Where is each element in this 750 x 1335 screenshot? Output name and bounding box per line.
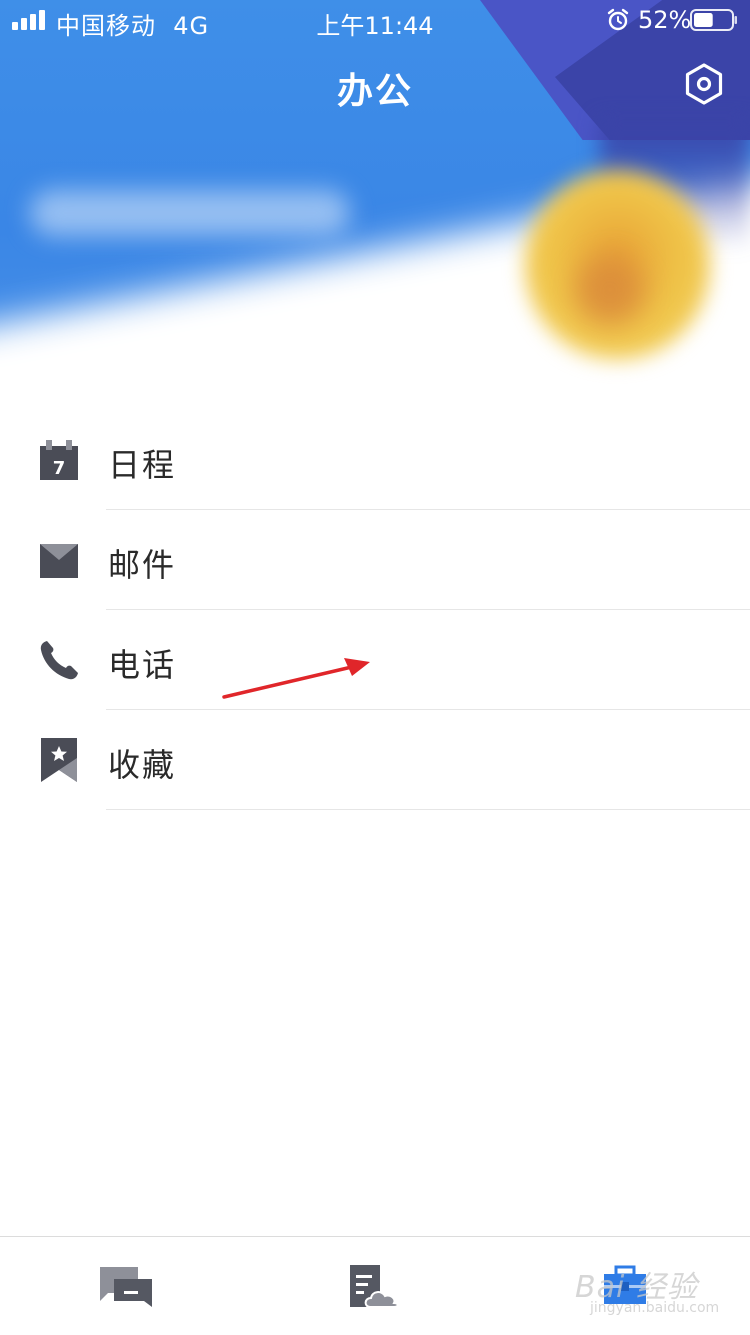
office-menu-list: 7 日程 邮件 电话 收藏 [0, 410, 750, 810]
divider [106, 809, 750, 810]
page-title: 办公 [336, 71, 413, 112]
avatar-detail [575, 255, 645, 325]
menu-item-label: 日程 [108, 446, 177, 484]
battery-icon [690, 9, 737, 31]
alarm-icon [607, 8, 629, 31]
calendar-icon: 7 [40, 440, 78, 480]
menu-item-label: 邮件 [108, 546, 177, 584]
status-bar: 中国移动 4G 上午11:44 52% [0, 0, 750, 40]
menu-item-label: 收藏 [108, 746, 177, 784]
mail-icon [40, 544, 78, 578]
blurred-user-name [30, 190, 350, 236]
svg-text:7: 7 [53, 458, 66, 479]
chat-icon [100, 1267, 152, 1307]
menu-item-schedule[interactable]: 7 日程 [0, 410, 750, 510]
phone-icon [40, 641, 78, 680]
bookmark-star-icon [41, 738, 77, 782]
menu-item-mail[interactable]: 邮件 [0, 510, 750, 610]
watermark-url: jingyan.baidu.com [590, 1300, 720, 1316]
battery-percent: 52% [638, 6, 692, 34]
settings-hexagon-icon[interactable] [682, 62, 726, 106]
menu-item-favorites[interactable]: 收藏 [0, 710, 750, 810]
annotation-arrow [222, 658, 370, 699]
tab-chat[interactable] [0, 1237, 250, 1335]
tab-cloud-docs[interactable] [250, 1237, 500, 1335]
cloud-doc-icon [350, 1265, 399, 1308]
menu-item-label: 电话 [108, 646, 177, 684]
